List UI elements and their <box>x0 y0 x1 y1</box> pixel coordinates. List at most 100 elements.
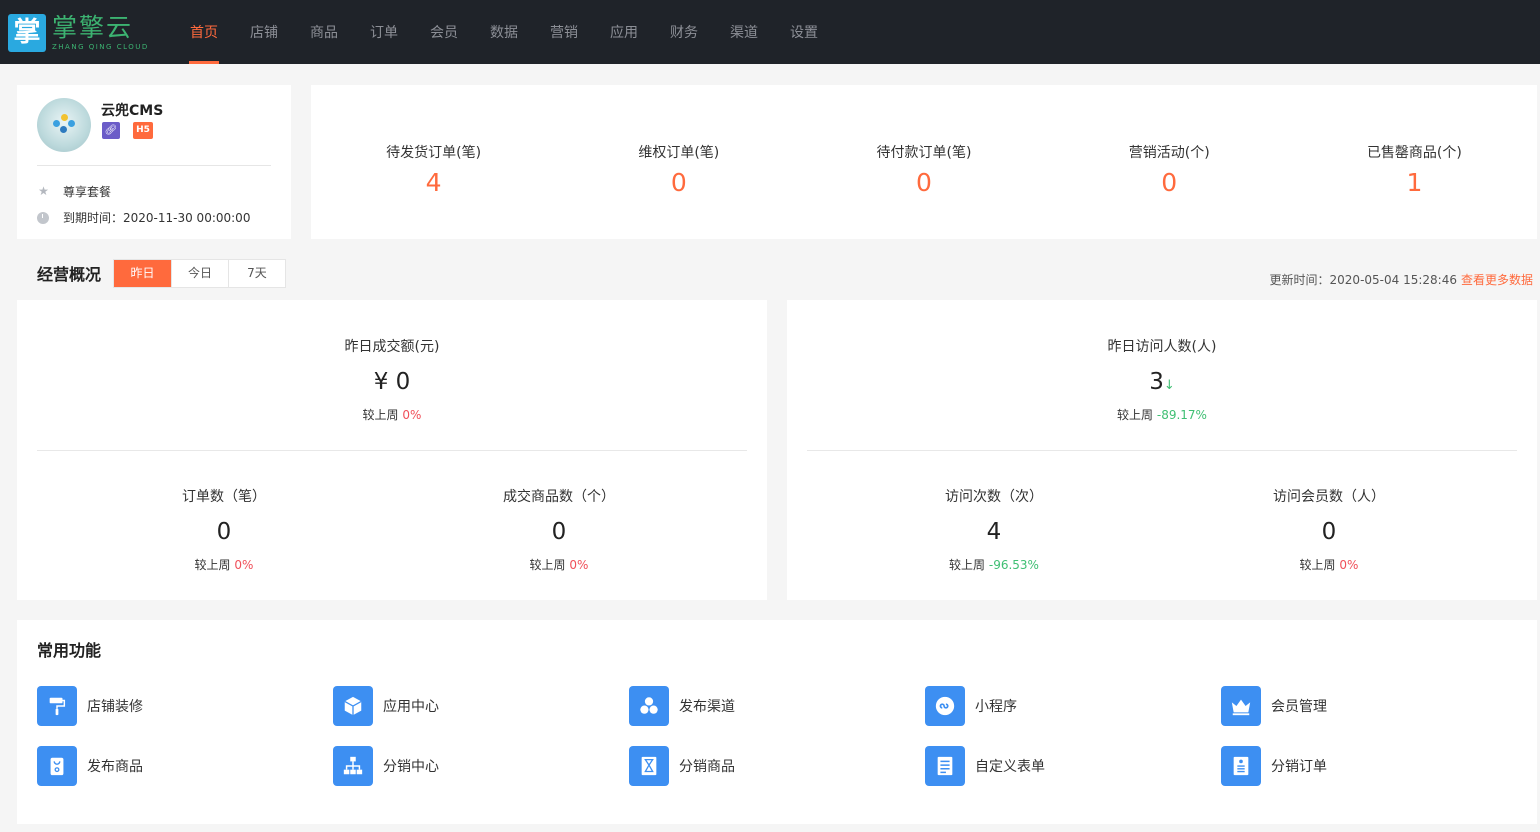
func-distribution-orders[interactable]: 分销订单 <box>1221 746 1327 786</box>
main-nav: 首页 店铺 商品 订单 会员 数据 营销 应用 财务 渠道 设置 <box>174 0 834 64</box>
mini-program-icon <box>925 686 965 726</box>
compare-label: 较上周 <box>529 558 566 572</box>
brand-logo[interactable]: 掌 掌擎云 ZHANG QING CLOUD <box>8 13 149 53</box>
compare-label: 较上周 <box>949 558 986 572</box>
metric-member-visits: 访问会员数（人） 0 较上周 0% <box>1179 486 1479 573</box>
shop-avatar[interactable] <box>37 98 91 152</box>
compare-change: 0% <box>1339 558 1359 572</box>
metric-label: 访问次数（次） <box>945 489 1043 505</box>
hexagons-icon <box>629 686 669 726</box>
h5-badge[interactable]: H5 <box>133 122 153 139</box>
stat-pending-shipment[interactable]: 待发货订单(笔) 4 <box>311 85 556 239</box>
func-custom-form[interactable]: 自定义表单 <box>925 746 1045 786</box>
func-label: 分销中心 <box>383 759 439 775</box>
func-label: 分销商品 <box>679 759 735 775</box>
expire-row: 到期时间：2020-11-30 00:00:00 <box>37 209 250 226</box>
metric-yesterday-sales: 昨日成交额(元) ¥ 0 较上周 0% <box>242 336 542 423</box>
functions-title: 常用功能 <box>37 641 102 660</box>
top-navbar: 掌 掌擎云 ZHANG QING CLOUD 首页 店铺 商品 订单 会员 数据… <box>0 0 1540 64</box>
traffic-panel: 昨日访问人数(人) 3↓ 较上周 -89.17% 访问次数（次） 4 较上周 -… <box>787 300 1537 600</box>
compare-change: 0% <box>234 558 254 572</box>
divider <box>807 450 1517 451</box>
nav-item-settings[interactable]: 设置 <box>774 0 834 64</box>
compare-change: -89.17% <box>1156 408 1207 422</box>
metric-value: 4 <box>986 519 1002 545</box>
logo-name-en: ZHANG QING CLOUD <box>52 43 149 51</box>
stat-label: 维权订单(笔) <box>638 145 720 161</box>
metric-label: 昨日成交额(元) <box>344 339 440 355</box>
logo-name-cn: 掌擎云 <box>52 13 134 42</box>
stat-disputes[interactable]: 维权订单(笔) 0 <box>556 85 801 239</box>
nav-item-marketing[interactable]: 营销 <box>534 0 594 64</box>
avatar-dot <box>68 120 75 127</box>
func-distribution-products[interactable]: 分销商品 <box>629 746 735 786</box>
metric-compare: 较上周 -96.53% <box>844 556 1144 573</box>
metric-compare: 较上周 0% <box>409 556 709 573</box>
metric-value: 3↓ <box>1012 369 1312 395</box>
common-functions-card: 常用功能 店铺装修 应用中心 发布渠道 小程序 会员管理 发布商品 分销中心 分… <box>17 620 1537 824</box>
metric-visit-count: 访问次数（次） 4 较上周 -96.53% <box>844 486 1144 573</box>
func-mini-program[interactable]: 小程序 <box>925 686 1017 726</box>
nav-item-products[interactable]: 商品 <box>294 0 354 64</box>
metric-items-sold: 成交商品数（个） 0 较上周 0% <box>409 486 709 573</box>
stat-value: 4 <box>425 168 442 197</box>
stat-label: 已售罄商品(个) <box>1366 145 1462 161</box>
func-publish-channels[interactable]: 发布渠道 <box>629 686 735 726</box>
metric-yesterday-visitors: 昨日访问人数(人) 3↓ 较上周 -89.17% <box>1012 336 1312 423</box>
update-time: 更新时间：2020-05-04 15:28:46 <box>1269 273 1457 287</box>
metric-label: 订单数（笔） <box>182 489 266 505</box>
metric-value-number: 3 <box>1149 369 1164 395</box>
nav-item-home[interactable]: 首页 <box>174 0 234 64</box>
expire-time: 到期时间：2020-11-30 00:00:00 <box>63 211 251 225</box>
metric-value: 0 <box>216 519 232 545</box>
func-label: 分销订单 <box>1271 759 1327 775</box>
arrow-down-icon: ↓ <box>1163 378 1175 393</box>
link-icon[interactable]: 🔗︎ <box>102 122 120 139</box>
divider <box>37 450 747 451</box>
stat-campaigns[interactable]: 营销活动(个) 0 <box>1047 85 1292 239</box>
update-info: 更新时间：2020-05-04 15:28:46 查看更多数据 <box>1270 271 1533 288</box>
func-label: 自定义表单 <box>975 759 1045 775</box>
tab-today[interactable]: 今日 <box>171 260 228 287</box>
nav-item-finance[interactable]: 财务 <box>654 0 714 64</box>
metric-label: 昨日访问人数(人) <box>1107 339 1217 355</box>
func-label: 发布商品 <box>87 759 143 775</box>
func-label: 发布渠道 <box>679 699 735 715</box>
star-icon: ★ <box>38 184 49 198</box>
sales-panel: 昨日成交额(元) ¥ 0 较上周 0% 订单数（笔） 0 较上周 0% 成交商品… <box>17 300 767 600</box>
func-store-decoration[interactable]: 店铺装修 <box>37 686 143 726</box>
tab-yesterday[interactable]: 昨日 <box>114 260 171 287</box>
func-label: 应用中心 <box>383 699 439 715</box>
stat-value: 0 <box>670 168 687 197</box>
func-distribution-center[interactable]: 分销中心 <box>333 746 439 786</box>
view-more-link[interactable]: 查看更多数据 <box>1461 273 1533 287</box>
nav-item-members[interactable]: 会员 <box>414 0 474 64</box>
period-tabs: 昨日 今日 7天 <box>113 259 286 288</box>
stat-pending-payment[interactable]: 待付款订单(笔) 0 <box>801 85 1046 239</box>
tab-7days[interactable]: 7天 <box>228 260 285 287</box>
nav-item-orders[interactable]: 订单 <box>354 0 414 64</box>
nav-item-store[interactable]: 店铺 <box>234 0 294 64</box>
func-app-center[interactable]: 应用中心 <box>333 686 439 726</box>
nav-item-apps[interactable]: 应用 <box>594 0 654 64</box>
func-member-management[interactable]: 会员管理 <box>1221 686 1327 726</box>
logo-text: 掌擎云 ZHANG QING CLOUD <box>52 13 149 52</box>
order-list-icon <box>1221 746 1261 786</box>
func-publish-product[interactable]: 发布商品 <box>37 746 143 786</box>
metric-order-count: 订单数（笔） 0 较上周 0% <box>74 486 374 573</box>
avatar-dot <box>61 114 68 121</box>
logo-mark: 掌 <box>8 14 46 52</box>
org-chart-icon <box>333 746 373 786</box>
func-label: 会员管理 <box>1271 699 1327 715</box>
form-icon <box>925 746 965 786</box>
nav-item-data[interactable]: 数据 <box>474 0 534 64</box>
crown-icon <box>1221 686 1261 726</box>
compare-label: 较上周 <box>1299 558 1336 572</box>
func-label: 小程序 <box>975 699 1017 715</box>
stat-sold-out[interactable]: 已售罄商品(个) 1 <box>1292 85 1537 239</box>
cube-icon <box>333 686 373 726</box>
metric-value: 0 <box>551 519 567 545</box>
stat-value: 0 <box>916 168 932 197</box>
nav-item-channels[interactable]: 渠道 <box>714 0 774 64</box>
stat-value: 1 <box>1406 168 1423 197</box>
